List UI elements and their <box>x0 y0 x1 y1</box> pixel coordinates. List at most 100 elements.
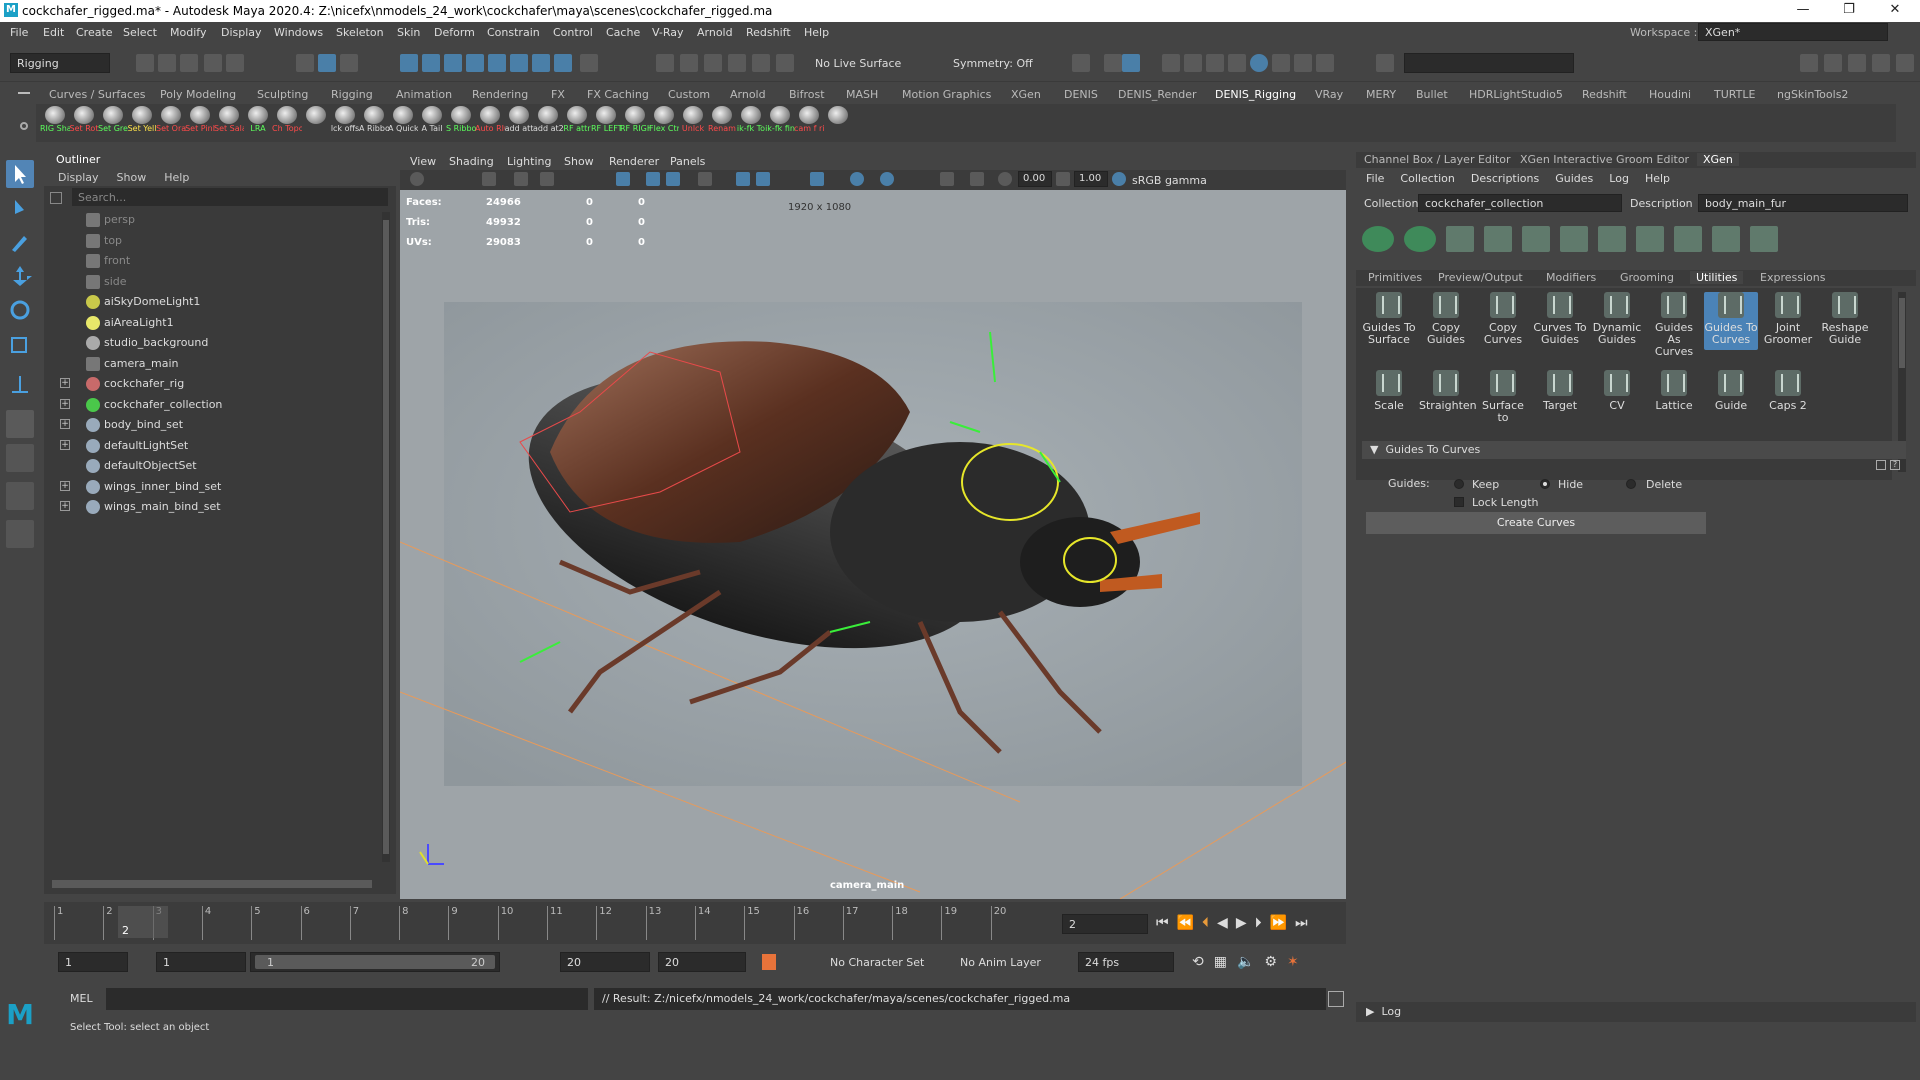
xgen-menu-collection[interactable]: Collection <box>1400 172 1454 185</box>
viewport-options-icon[interactable] <box>1122 54 1140 72</box>
view-transform-label[interactable]: sRGB gamma <box>1132 174 1207 187</box>
start-time-field[interactable]: 1 <box>58 952 128 972</box>
xgen-utility-tool[interactable]: Caps 2 <box>1761 370 1815 418</box>
outliner-menu-help[interactable]: Help <box>164 171 189 184</box>
shelf-button[interactable]: LRA <box>243 106 273 133</box>
xgen-utility-tool[interactable]: Guides As Curves <box>1647 292 1701 358</box>
shelf-button[interactable]: Set Ora <box>156 106 186 133</box>
fps-select[interactable]: 24 fps <box>1078 952 1174 972</box>
modeling-toolkit-icon[interactable] <box>1800 54 1818 72</box>
outliner-layout-icon[interactable] <box>6 520 34 548</box>
menu-redshift[interactable]: Redshift <box>746 26 791 39</box>
script-editor-icon[interactable] <box>1328 991 1344 1007</box>
bend-guide-icon[interactable] <box>1712 226 1740 252</box>
snap-pivot-icon[interactable] <box>532 54 550 72</box>
shadows-icon[interactable] <box>880 172 894 186</box>
shelf-tab[interactable]: Houdini <box>1649 88 1691 101</box>
symmetry-field[interactable]: Symmetry: Off <box>946 53 1046 73</box>
expand-icon[interactable]: + <box>60 480 70 491</box>
ipr-render-icon[interactable] <box>1206 54 1224 72</box>
outliner-item[interactable]: aiAreaLight1 <box>44 313 384 333</box>
shelf-button[interactable]: Set Gre <box>98 106 128 133</box>
shelf-tab[interactable]: FX <box>551 88 565 101</box>
collection-select[interactable]: cockchafer_collection <box>1418 194 1622 212</box>
hypershade-sphere-icon[interactable] <box>1250 54 1268 72</box>
cache-icon[interactable]: ▦ <box>1214 954 1227 970</box>
help-icon[interactable]: ? <box>1890 460 1900 470</box>
attribute-editor-icon[interactable] <box>1824 54 1842 72</box>
outliner-search-input[interactable]: Search... <box>72 188 388 206</box>
select-object-icon[interactable] <box>318 54 336 72</box>
channel-box-icon[interactable] <box>1872 54 1890 72</box>
menu-deform[interactable]: Deform <box>434 26 475 39</box>
anim-start-field[interactable]: 1 <box>156 952 246 972</box>
shelf-button[interactable]: Set Pinl <box>185 106 215 133</box>
vp-menu-shading[interactable]: Shading <box>449 155 494 168</box>
xgen-utility-tool[interactable]: Dynamic Guides <box>1590 292 1644 350</box>
vp-menu-view[interactable]: View <box>410 155 436 168</box>
outliner-item[interactable]: side <box>44 272 384 292</box>
shelf-button[interactable]: Set Yell <box>127 106 157 133</box>
shelf-button[interactable]: A Quick <box>388 106 418 133</box>
shelf-button[interactable]: A Tail <box>417 106 447 133</box>
xray-joints-icon[interactable] <box>970 172 984 186</box>
shelf-button[interactable] <box>823 106 853 124</box>
resolution-gate-icon[interactable] <box>666 172 680 186</box>
textured-icon[interactable] <box>810 172 824 186</box>
xgen-utility-tool[interactable]: Guides To Curves <box>1704 292 1758 350</box>
outliner-item[interactable]: + cockchafer_rig <box>44 374 384 394</box>
subtab-modifiers[interactable]: Modifiers <box>1546 271 1596 284</box>
hypershade-icon[interactable] <box>752 54 770 72</box>
outliner-item[interactable]: + defaultLightSet <box>44 436 384 456</box>
light-editor-icon[interactable] <box>1294 54 1312 72</box>
history-icon[interactable] <box>656 54 674 72</box>
shelf-tab[interactable]: HDRLightStudio5 <box>1469 88 1563 101</box>
xgen-menu-guides[interactable]: Guides <box>1555 172 1593 185</box>
shelf-tab[interactable]: Animation <box>396 88 452 101</box>
xgen-utility-tool[interactable]: Guide <box>1704 370 1758 418</box>
anim-prefs-icon[interactable]: ⚙ <box>1264 954 1277 970</box>
anim-end-field[interactable]: 20 <box>560 952 650 972</box>
outliner-scrollbar[interactable] <box>382 212 390 862</box>
shelf-tab[interactable]: Rigging <box>331 88 373 101</box>
outliner-item[interactable]: studio_background <box>44 333 384 353</box>
tool-settings-icon[interactable] <box>1848 54 1866 72</box>
shelf-button[interactable]: Flex Ctr <box>649 106 679 133</box>
render-globals-icon[interactable] <box>1228 54 1246 72</box>
create-description-icon[interactable] <box>1362 226 1394 252</box>
subtab-preview-output[interactable]: Preview/Output <box>1438 271 1523 284</box>
create-curves-button[interactable]: Create Curves <box>1366 512 1706 534</box>
command-input[interactable] <box>106 988 588 1010</box>
keep-radio[interactable] <box>1454 479 1464 489</box>
snap-point-icon[interactable] <box>444 54 462 72</box>
two-pane-layout-icon[interactable] <box>6 482 34 510</box>
step-forward-frame-icon[interactable]: ⏵ <box>1255 915 1262 931</box>
camera-lock-icon[interactable] <box>1104 54 1122 72</box>
outliner-item[interactable]: + wings_inner_bind_set <box>44 477 384 497</box>
search-options-icon[interactable] <box>50 192 62 204</box>
select-camera-icon[interactable] <box>410 172 424 186</box>
description-select[interactable]: body_main_fur <box>1698 194 1908 212</box>
xgen-utility-tool[interactable]: Joint Groomer <box>1761 292 1815 350</box>
guide-cv-icon[interactable] <box>1560 226 1588 252</box>
live-surface-field[interactable]: No Live Surface <box>808 53 918 73</box>
shelf-button[interactable]: Set Rot <box>69 106 99 133</box>
rebuild-guide-icon[interactable] <box>1636 226 1664 252</box>
current-frame-field[interactable]: 2 <box>1062 914 1148 934</box>
expand-icon[interactable]: + <box>60 439 70 450</box>
add-guide-icon[interactable] <box>1446 226 1474 252</box>
shelf-button[interactable]: cam f ri <box>794 106 824 133</box>
flip-guide-icon[interactable] <box>1750 226 1778 252</box>
image-plane-icon[interactable] <box>540 172 554 186</box>
xgen-utility-tool[interactable]: Copy Curves <box>1476 292 1530 350</box>
subtab-primitives[interactable]: Primitives <box>1368 271 1422 284</box>
lasso-tool-icon[interactable] <box>6 194 34 222</box>
snap-grid-icon[interactable] <box>400 54 418 72</box>
range-slider[interactable]: 1 20 <box>250 952 500 972</box>
lock-length-checkbox[interactable] <box>1454 497 1464 507</box>
exposure-field[interactable]: 0.00 <box>1018 171 1052 187</box>
shelf-tab[interactable]: Motion Graphics <box>902 88 991 101</box>
shelf-tab[interactable]: TURTLE <box>1714 88 1755 101</box>
menu-display[interactable]: Display <box>221 26 262 39</box>
xgen-utility-tool[interactable]: Curves To Guides <box>1533 292 1587 350</box>
